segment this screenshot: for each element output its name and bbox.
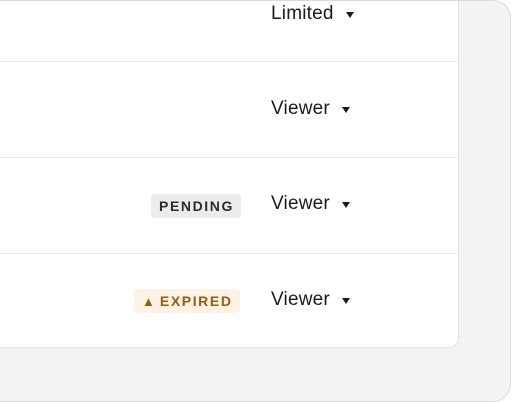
list-item: Viewer bbox=[0, 62, 458, 158]
role-dropdown[interactable]: Viewer bbox=[271, 289, 350, 311]
status-badge-pending: PENDING bbox=[151, 194, 241, 218]
list-item: ▲ EXPIRED Viewer bbox=[0, 254, 458, 349]
status-badge-expired: ▲ EXPIRED bbox=[134, 289, 240, 313]
role-label: Limited bbox=[271, 3, 334, 24]
members-list: Limited Viewer PENDING Viewer ▲ EXPIRED bbox=[0, 1, 459, 348]
role-dropdown[interactable]: Viewer bbox=[271, 193, 350, 215]
badge-label: EXPIRED bbox=[159, 293, 233, 309]
caret-down-icon bbox=[341, 107, 350, 113]
list-item: Limited bbox=[0, 1, 458, 62]
role-label: Viewer bbox=[271, 289, 330, 310]
badge-label: PENDING bbox=[159, 198, 234, 214]
caret-down-icon bbox=[345, 12, 354, 18]
role-dropdown[interactable]: Limited bbox=[271, 3, 354, 25]
role-dropdown[interactable]: Viewer bbox=[271, 98, 350, 120]
role-label: Viewer bbox=[271, 98, 330, 119]
panel-frame: Limited Viewer PENDING Viewer ▲ EXPIRED bbox=[0, 0, 511, 402]
list-item: PENDING Viewer bbox=[0, 158, 458, 254]
caret-down-icon bbox=[341, 202, 350, 208]
caret-down-icon bbox=[341, 298, 350, 304]
role-label: Viewer bbox=[271, 193, 330, 214]
warning-icon: ▲ bbox=[142, 293, 155, 309]
